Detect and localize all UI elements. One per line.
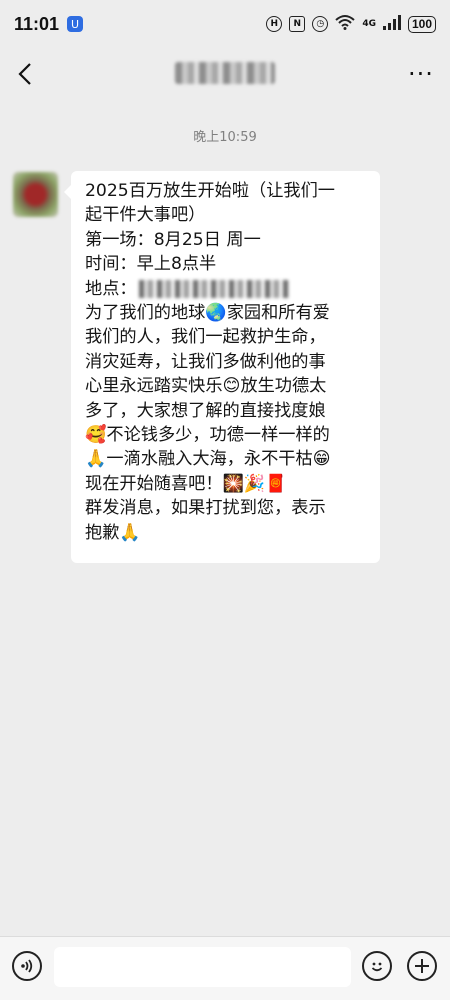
location-label: 地点： — [85, 278, 137, 299]
message-line: 🙏一滴水融入大海，永不干枯😁 — [85, 449, 331, 470]
chat-header: ··· — [0, 48, 450, 100]
chevron-left-icon — [18, 63, 31, 85]
message-line: 时间：早上8点半 — [85, 254, 217, 275]
message-line: 起干件大事吧） — [85, 205, 206, 226]
sender-avatar[interactable] — [13, 172, 58, 217]
alarm-icon: ◷ — [312, 16, 329, 32]
plus-icon — [415, 959, 429, 973]
message-line: 心里永远踏实快乐😊放生功德太 — [85, 376, 327, 397]
message-line: 现在开始随喜吧！🎇🎉🧧 — [85, 473, 287, 494]
emoji-button[interactable] — [362, 951, 392, 981]
message-line: 2025百万放生开始啦（让我们一 — [85, 181, 335, 201]
message-line: 多了，大家想了解的直接找度娘 — [85, 400, 326, 421]
message-line-location: 地点： — [85, 277, 368, 301]
message-line: 消灾延寿，让我们多做利他的事 — [85, 351, 326, 372]
wifi-icon — [335, 14, 355, 34]
signal-icon — [382, 14, 401, 34]
more-options-button[interactable]: ··· — [396, 48, 446, 100]
redacted-location — [138, 279, 289, 298]
contact-name-redacted — [175, 60, 275, 86]
app-notification-icon: U — [67, 16, 84, 32]
message-timestamp: 晚上10:59 — [193, 130, 257, 145]
voice-icon — [21, 959, 33, 973]
message-line: 🥰不论钱多少，功德一样一样的 — [85, 425, 330, 446]
message-line: 群发消息，如果打扰到您，表示 — [85, 498, 326, 519]
input-bar — [0, 936, 450, 1000]
message-bubble[interactable]: 2025百万放生开始啦（让我们一 起干件大事吧） 第一场：8月25日 周一 时间… — [64, 171, 380, 563]
back-button[interactable] — [0, 48, 50, 100]
hd-icon: H — [266, 16, 283, 32]
network-type: 4G — [362, 18, 376, 29]
voice-input-button[interactable] — [12, 951, 42, 981]
blurred-name — [175, 62, 275, 84]
status-bar: 11:01 U H N ◷ 4G 100 — [0, 0, 450, 48]
status-right: H N ◷ 4G 100 — [266, 14, 436, 34]
status-time: 11:01 — [14, 13, 60, 34]
smiley-icon — [371, 962, 383, 972]
battery-indicator: 100 — [407, 15, 436, 33]
more-functions-button[interactable] — [407, 951, 437, 981]
message-input[interactable] — [54, 947, 351, 987]
message-line: 为了我们的地球🌏家园和所有爱 — [85, 303, 330, 324]
message-line: 第一场：8月25日 周一 — [85, 229, 261, 250]
status-left: 11:01 U — [14, 13, 84, 35]
nfc-icon: N — [289, 16, 306, 32]
message-line: 我们的人，我们一起救护生命， — [85, 327, 326, 348]
message-line: 抱歉🙏 — [85, 522, 141, 543]
